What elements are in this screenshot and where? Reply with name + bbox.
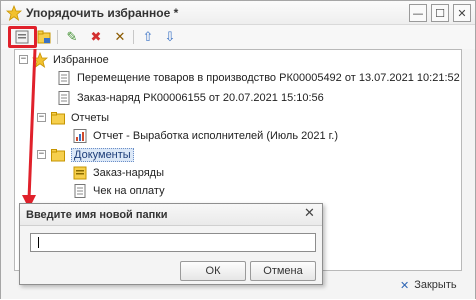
edit-pencil-icon: ✎ — [66, 29, 78, 45]
toolbar-separator — [133, 30, 134, 44]
document-icon — [58, 71, 70, 85]
move-to-folder-icon — [37, 30, 51, 44]
tree-node-root[interactable]: Избранное — [32, 51, 109, 69]
tree-node-folder-selected[interactable]: Документы — [50, 146, 134, 164]
tree-node-item[interactable]: Чек на оплату — [72, 182, 165, 200]
delete-icon: ✖ — [90, 29, 102, 45]
tree-node-item[interactable]: Заказ-наряд РК00006155 от 20.07.2021 15:… — [56, 89, 324, 107]
star-icon — [32, 52, 48, 68]
dialog-title: Введите имя новой папки — [26, 209, 168, 221]
collapse-toggle[interactable]: − — [37, 113, 46, 122]
close-label: Закрыть — [414, 279, 457, 291]
ok-button[interactable]: ОК — [180, 261, 246, 281]
tree-node-item[interactable]: Перемещение товаров в производство РК000… — [56, 69, 460, 87]
tree-node-label: Заказ-наряды — [93, 167, 164, 179]
text-caret — [38, 237, 39, 248]
edit-button[interactable]: ✎ — [63, 28, 81, 46]
tree-node-item[interactable]: Заказ-наряды — [72, 164, 164, 182]
maximize-button[interactable]: ☐ — [431, 4, 449, 22]
move-to-folder-button[interactable] — [35, 28, 53, 46]
organize-favorites-window: Упорядочить избранное * — ☐ ✕ ✎ ✖ ✕ ⇧ ⇩ … — [0, 0, 476, 299]
report-icon — [73, 129, 87, 143]
toolbar-separator — [57, 30, 58, 44]
clear-button[interactable]: ✕ — [111, 28, 129, 46]
star-icon — [6, 5, 22, 21]
collapse-toggle[interactable]: − — [19, 55, 28, 64]
move-up-button[interactable]: ⇧ — [139, 28, 157, 46]
document-icon — [74, 184, 86, 198]
move-down-button[interactable]: ⇩ — [161, 28, 179, 46]
new-folder-dialog: Введите имя новой папки ✕ ОК Отмена — [19, 203, 323, 285]
window-titlebar: Упорядочить избранное * — ☐ ✕ — [1, 1, 475, 25]
tree-node-label: Избранное — [53, 54, 109, 66]
new-folder-highlight-box — [8, 26, 37, 48]
document-list-icon — [73, 166, 87, 180]
dialog-close-icon[interactable]: ✕ — [304, 206, 315, 221]
close-window-button[interactable]: ✕ — [453, 4, 471, 22]
close-button[interactable]: ✕ Закрыть — [400, 276, 457, 294]
folder-icon — [51, 149, 65, 162]
tree-node-folder[interactable]: Отчеты — [50, 109, 109, 127]
collapse-toggle[interactable]: − — [37, 150, 46, 159]
cancel-button[interactable]: Отмена — [250, 261, 316, 281]
folder-name-input[interactable] — [30, 233, 316, 252]
document-icon — [58, 91, 70, 105]
move-up-icon: ⇧ — [142, 29, 154, 45]
tree-node-label: Заказ-наряд РК00006155 от 20.07.2021 15:… — [77, 92, 324, 104]
tree-node-label: Чек на оплату — [93, 185, 165, 197]
tree-node-label: Отчеты — [71, 112, 110, 124]
window-title: Упорядочить избранное * — [26, 6, 179, 20]
clear-icon: ✕ — [114, 29, 126, 45]
tree-node-item[interactable]: Отчет - Выработка исполнителей (Июль 202… — [72, 127, 338, 145]
tree-node-label: Документы — [71, 148, 134, 162]
folder-icon — [51, 112, 65, 125]
tree-node-label: Перемещение товаров в производство РК000… — [77, 72, 460, 84]
close-icon: ✕ — [400, 278, 410, 292]
toolbar: ✎ ✖ ✕ ⇧ ⇩ — [1, 25, 475, 49]
delete-button[interactable]: ✖ — [87, 28, 105, 46]
minimize-button[interactable]: — — [409, 4, 427, 22]
tree-node-label: Отчет - Выработка исполнителей (Июль 202… — [93, 130, 339, 142]
dialog-titlebar: Введите имя новой папки ✕ — [20, 204, 322, 226]
move-down-icon: ⇩ — [164, 29, 176, 45]
